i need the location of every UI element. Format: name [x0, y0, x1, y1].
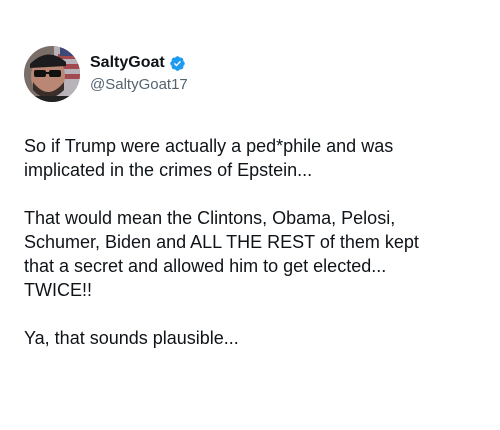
- tweet-line: Schumer, Biden and ALL THE REST of them …: [24, 232, 419, 252]
- tweet-line: TWICE!!: [24, 280, 92, 300]
- user-names: SaltyGoat @SaltyGoat17: [90, 52, 188, 96]
- display-name[interactable]: SaltyGoat: [90, 54, 165, 72]
- tweet-paragraph: So if Trump were actually a ped*phile an…: [24, 134, 479, 182]
- tweet-header: SaltyGoat @SaltyGoat17: [24, 46, 188, 102]
- tweet-line: implicated in the crimes of Epstein...: [24, 160, 313, 180]
- tweet-paragraph: Ya, that sounds plausible...: [24, 326, 479, 350]
- tweet-line: So if Trump were actually a ped*phile an…: [24, 136, 394, 156]
- user-handle[interactable]: @SaltyGoat17: [90, 74, 188, 96]
- name-row: SaltyGoat: [90, 52, 188, 74]
- tweet-card: SaltyGoat @SaltyGoat17 So if Trump were …: [0, 0, 500, 430]
- tweet-paragraph: That would mean the Clintons, Obama, Pel…: [24, 206, 479, 302]
- avatar[interactable]: [24, 46, 80, 102]
- tweet-line: That would mean the Clintons, Obama, Pel…: [24, 208, 396, 228]
- tweet-text: So if Trump were actually a ped*phile an…: [24, 134, 479, 350]
- tweet-line: Ya, that sounds plausible...: [24, 328, 239, 348]
- avatar-photo-icon: [24, 46, 80, 102]
- tweet-line: that a secret and allowed him to get ele…: [24, 256, 387, 276]
- verified-badge-icon: [169, 55, 185, 71]
